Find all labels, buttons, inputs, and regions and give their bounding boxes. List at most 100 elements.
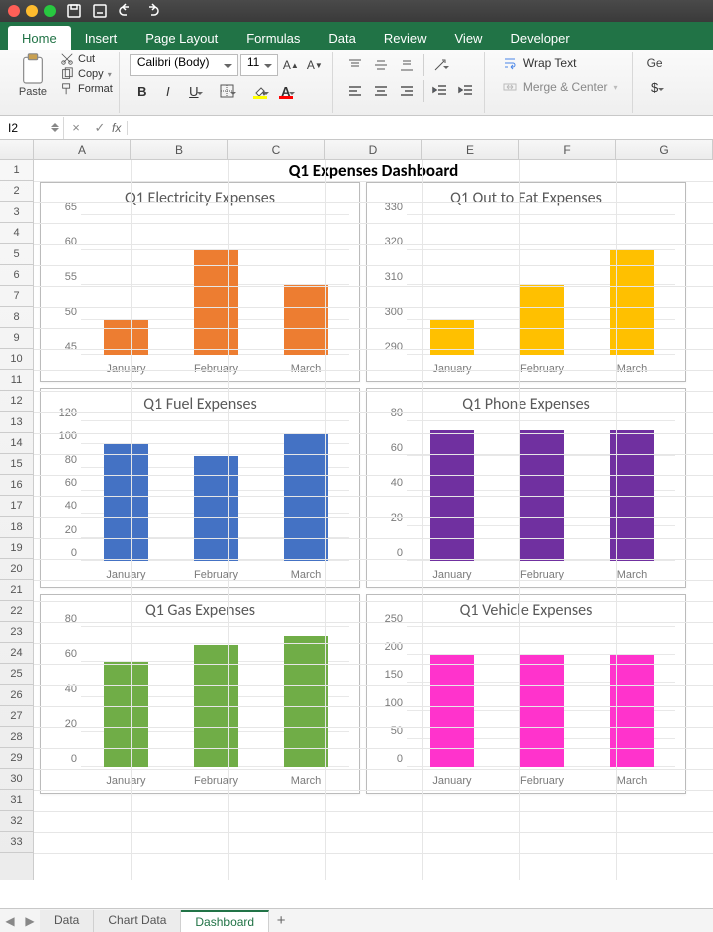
grow-font-button[interactable]: A▲ bbox=[280, 54, 302, 76]
row-header[interactable]: 27 bbox=[0, 706, 33, 727]
row-header[interactable]: 14 bbox=[0, 433, 33, 454]
underline-button[interactable]: U bbox=[182, 80, 206, 102]
select-all-corner[interactable] bbox=[0, 140, 34, 159]
redo-icon[interactable] bbox=[144, 3, 160, 19]
row-header[interactable]: 16 bbox=[0, 475, 33, 496]
sheet-tab[interactable]: Chart Data bbox=[94, 910, 181, 932]
ribbon-tab-review[interactable]: Review bbox=[370, 26, 441, 50]
sheet-nav-next-icon[interactable]: ▶ bbox=[20, 914, 40, 928]
align-left-button[interactable] bbox=[343, 80, 367, 102]
chart[interactable]: Q1 Fuel Expenses020406080100120JanuaryFe… bbox=[40, 388, 360, 588]
ribbon-tab-formulas[interactable]: Formulas bbox=[232, 26, 314, 50]
row-header[interactable]: 5 bbox=[0, 244, 33, 265]
row-header[interactable]: 24 bbox=[0, 643, 33, 664]
column-header[interactable]: D bbox=[325, 140, 422, 159]
bold-button[interactable]: B bbox=[130, 80, 154, 102]
ribbon-tab-view[interactable]: View bbox=[441, 26, 497, 50]
column-header[interactable]: F bbox=[519, 140, 616, 159]
row-header[interactable]: 6 bbox=[0, 265, 33, 286]
row-header[interactable]: 1 bbox=[0, 160, 33, 181]
font-name-select[interactable]: Calibri (Body) bbox=[130, 54, 238, 76]
sheet-tab[interactable]: Dashboard bbox=[181, 910, 269, 932]
row-header[interactable]: 28 bbox=[0, 727, 33, 748]
row-header[interactable]: 32 bbox=[0, 811, 33, 832]
row-header[interactable]: 21 bbox=[0, 580, 33, 601]
row-header[interactable]: 3 bbox=[0, 202, 33, 223]
merge-center-button[interactable]: Merge & Center▾ bbox=[495, 76, 626, 98]
decrease-indent-button[interactable] bbox=[428, 80, 452, 102]
orientation-button[interactable] bbox=[428, 54, 452, 76]
row-header[interactable]: 23 bbox=[0, 622, 33, 643]
row-header[interactable]: 31 bbox=[0, 790, 33, 811]
save2-icon[interactable] bbox=[92, 3, 108, 19]
ribbon-tab-page-layout[interactable]: Page Layout bbox=[131, 26, 232, 50]
cancel-formula-icon[interactable]: × bbox=[64, 120, 88, 135]
minimize-window-icon[interactable] bbox=[26, 5, 38, 17]
ribbon-tab-insert[interactable]: Insert bbox=[71, 26, 132, 50]
save-icon[interactable] bbox=[66, 3, 82, 19]
spreadsheet-grid[interactable]: ABCDEFG 12345678910111213141516171819202… bbox=[0, 140, 713, 880]
column-header[interactable]: G bbox=[616, 140, 713, 159]
row-header[interactable]: 25 bbox=[0, 664, 33, 685]
row-header[interactable]: 8 bbox=[0, 307, 33, 328]
column-header[interactable]: E bbox=[422, 140, 519, 159]
row-header[interactable]: 10 bbox=[0, 349, 33, 370]
undo-icon[interactable] bbox=[118, 3, 134, 19]
align-middle-button[interactable] bbox=[369, 54, 393, 76]
chart[interactable]: Q1 Gas Expenses020406080JanuaryFebruaryM… bbox=[40, 594, 360, 794]
name-box[interactable]: I2 bbox=[0, 117, 64, 139]
zoom-window-icon[interactable] bbox=[44, 5, 56, 17]
ribbon-tab-home[interactable]: Home bbox=[8, 26, 71, 50]
increase-indent-button[interactable] bbox=[454, 80, 478, 102]
chart[interactable]: Q1 Out to Eat Expenses290300310320330Jan… bbox=[366, 182, 686, 382]
borders-button[interactable] bbox=[215, 80, 239, 102]
column-header[interactable]: A bbox=[34, 140, 131, 159]
sheet-nav-prev-icon[interactable]: ◀ bbox=[0, 914, 20, 928]
align-center-button[interactable] bbox=[369, 80, 393, 102]
align-right-button[interactable] bbox=[395, 80, 419, 102]
row-header[interactable]: 2 bbox=[0, 181, 33, 202]
row-header[interactable]: 22 bbox=[0, 601, 33, 622]
italic-button[interactable]: I bbox=[156, 80, 180, 102]
copy-button[interactable]: Copy▾ bbox=[60, 67, 113, 81]
row-header[interactable]: 29 bbox=[0, 748, 33, 769]
wrap-text-button[interactable]: Wrap Text bbox=[495, 52, 626, 74]
column-header[interactable]: B bbox=[131, 140, 228, 159]
row-header[interactable]: 20 bbox=[0, 559, 33, 580]
close-window-icon[interactable] bbox=[8, 5, 20, 17]
number-format-select[interactable]: Ge bbox=[643, 54, 667, 72]
ribbon-tab-data[interactable]: Data bbox=[314, 26, 369, 50]
font-size-select[interactable]: 11 bbox=[240, 54, 278, 76]
paste-button[interactable]: Paste bbox=[12, 52, 54, 113]
row-header[interactable]: 13 bbox=[0, 412, 33, 433]
row-header[interactable]: 18 bbox=[0, 517, 33, 538]
row-header[interactable]: 26 bbox=[0, 685, 33, 706]
row-header[interactable]: 17 bbox=[0, 496, 33, 517]
row-header[interactable]: 30 bbox=[0, 769, 33, 790]
format-painter-button[interactable]: Format bbox=[60, 82, 113, 96]
fx-icon[interactable]: fx bbox=[112, 121, 128, 135]
sheet-tab[interactable]: Data bbox=[40, 910, 94, 932]
font-color-button[interactable]: A bbox=[274, 80, 298, 102]
shrink-font-button[interactable]: A▼ bbox=[304, 54, 326, 76]
add-sheet-button[interactable]: + bbox=[269, 912, 293, 929]
row-header[interactable]: 4 bbox=[0, 223, 33, 244]
row-header[interactable]: 11 bbox=[0, 370, 33, 391]
ribbon-tab-developer[interactable]: Developer bbox=[496, 26, 583, 50]
confirm-formula-icon[interactable]: ✓ bbox=[88, 120, 112, 136]
column-header[interactable]: C bbox=[228, 140, 325, 159]
row-header[interactable]: 19 bbox=[0, 538, 33, 559]
align-top-button[interactable] bbox=[343, 54, 367, 76]
chart[interactable]: Q1 Phone Expenses020406080JanuaryFebruar… bbox=[366, 388, 686, 588]
align-bottom-button[interactable] bbox=[395, 54, 419, 76]
currency-button[interactable]: $ bbox=[643, 76, 667, 98]
row-header[interactable]: 12 bbox=[0, 391, 33, 412]
row-header[interactable]: 7 bbox=[0, 286, 33, 307]
row-header[interactable]: 15 bbox=[0, 454, 33, 475]
chart[interactable]: Q1 Electricity Expenses4550556065January… bbox=[40, 182, 360, 382]
cut-button[interactable]: Cut bbox=[60, 52, 113, 66]
chart[interactable]: Q1 Vehicle Expenses050100150200250Januar… bbox=[366, 594, 686, 794]
row-header[interactable]: 33 bbox=[0, 832, 33, 853]
fill-color-button[interactable] bbox=[248, 80, 272, 102]
formula-input[interactable] bbox=[128, 121, 713, 135]
